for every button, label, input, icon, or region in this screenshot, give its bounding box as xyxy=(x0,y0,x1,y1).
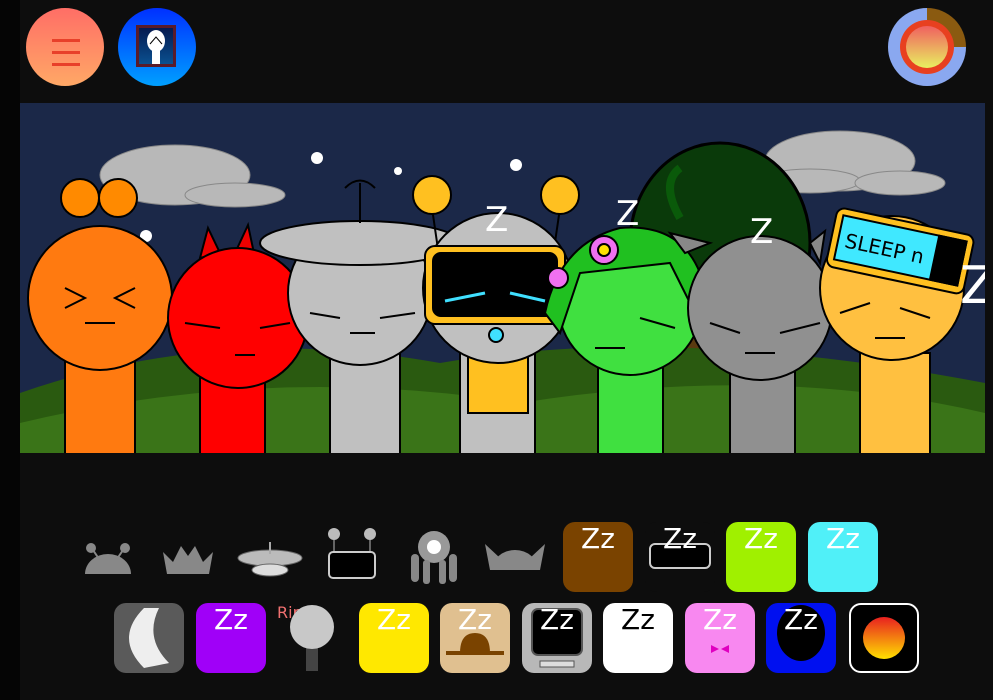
icon-robot-screen[interactable] xyxy=(317,522,387,592)
icon-sun-orb[interactable] xyxy=(849,603,919,673)
icon-black-visor-sleep[interactable]: Zz xyxy=(645,522,715,592)
icon-blue-sleep[interactable]: Zz xyxy=(766,603,836,673)
icon-antenna-hat[interactable] xyxy=(73,522,143,592)
stage: SLEEP n Z Z Z Z xyxy=(20,103,985,453)
svg-text:Z: Z xyxy=(750,212,773,252)
icon-pink-bow-sleep[interactable]: Zz xyxy=(685,603,755,673)
menu-button[interactable] xyxy=(26,8,104,86)
icon-rip-sign[interactable]: Rip xyxy=(277,603,347,673)
icon-cyan-bear-sleep[interactable]: Zz xyxy=(808,522,878,592)
icon-computer-sleep[interactable]: Zz xyxy=(522,603,592,673)
icon-flower[interactable] xyxy=(399,522,469,592)
icon-dish-hat[interactable] xyxy=(235,522,305,592)
icon-spiky-hat[interactable] xyxy=(153,522,223,592)
icon-white-sleep[interactable]: Zz xyxy=(603,603,673,673)
icon-cat-ears[interactable] xyxy=(480,522,550,592)
svg-text:Z: Z xyxy=(960,256,985,316)
icon-brown-sleep[interactable]: Zz xyxy=(563,522,633,592)
icon-yellow-sleep[interactable]: Zz xyxy=(359,603,429,673)
icon-moon[interactable] xyxy=(114,603,184,673)
icon-lime-sleep[interactable]: Zz xyxy=(726,522,796,592)
left-edge xyxy=(0,0,20,700)
character-portrait-icon xyxy=(136,25,176,67)
character-portrait-button[interactable] xyxy=(118,8,196,86)
icon-purple-sleep[interactable]: Zz xyxy=(196,603,266,673)
svg-text:Z: Z xyxy=(616,194,639,234)
color-wheel-button[interactable] xyxy=(888,8,966,86)
icon-hat-sleep[interactable]: Zz xyxy=(440,603,510,673)
svg-text:Z: Z xyxy=(485,200,508,240)
